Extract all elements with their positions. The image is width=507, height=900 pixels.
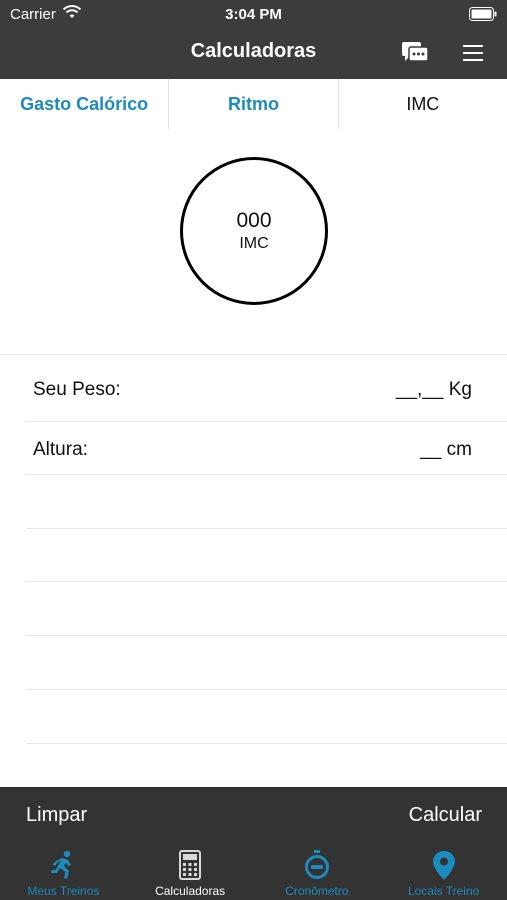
- calculator-icon: [174, 849, 206, 881]
- tab-calculadoras[interactable]: Calculadoras: [127, 843, 254, 900]
- chat-icon[interactable]: [400, 38, 430, 68]
- status-time: 3:04 PM: [225, 6, 282, 23]
- row-divider: [26, 635, 507, 636]
- page-title: Calculadoras: [190, 40, 317, 62]
- tab-locais-treino[interactable]: Locais Treino: [380, 843, 507, 900]
- tab-label: Meus Treinos: [27, 884, 100, 898]
- height-field[interactable]: Altura: __ cm: [0, 419, 507, 479]
- weight-value[interactable]: __,__ Kg: [396, 379, 472, 401]
- status-bar: Carrier 3:04 PM: [0, 0, 507, 28]
- weight-label: Seu Peso:: [33, 379, 121, 400]
- action-bar: Limpar Calcular: [0, 787, 507, 843]
- row-divider: [26, 528, 507, 529]
- tab-bar: Meus Treinos Calculadoras Cronômetro Loc…: [0, 843, 507, 900]
- stopwatch-icon: [301, 849, 333, 881]
- row-divider: [26, 743, 507, 744]
- tab-label: Cronômetro: [285, 884, 349, 898]
- imc-unit-label: IMC: [239, 235, 269, 252]
- map-pin-icon: [428, 849, 460, 881]
- tab-label: Locais Treino: [407, 884, 480, 898]
- calculate-button[interactable]: Calcular: [409, 804, 482, 827]
- tab-meus-treinos[interactable]: Meus Treinos: [0, 843, 127, 900]
- weight-field[interactable]: Seu Peso: __,__ Kg: [0, 359, 507, 419]
- tab-label: Calculadoras: [155, 884, 226, 898]
- clear-button[interactable]: Limpar: [26, 804, 87, 827]
- battery-icon: [469, 7, 497, 25]
- height-label: Altura:: [33, 439, 88, 460]
- tab-cronometro[interactable]: Cronômetro: [254, 843, 381, 900]
- imc-value: 000: [236, 209, 272, 232]
- calculator-segments: Gasto Calórico Ritmo IMC: [0, 79, 507, 129]
- navigation-bar: Carrier 3:04 PM Calculadoras: [0, 0, 507, 79]
- imc-result-circle: 000 IMC: [180, 157, 328, 305]
- row-divider: [26, 689, 507, 690]
- runner-icon: [47, 849, 79, 881]
- divider: [0, 354, 507, 355]
- segment-imc[interactable]: IMC: [339, 79, 507, 129]
- segment-ritmo[interactable]: Ritmo: [169, 79, 339, 129]
- menu-icon[interactable]: [460, 40, 486, 66]
- height-value[interactable]: __ cm: [420, 439, 472, 461]
- row-divider: [26, 581, 507, 582]
- segment-gasto-calorico[interactable]: Gasto Calórico: [0, 79, 170, 129]
- row-divider: [26, 474, 507, 475]
